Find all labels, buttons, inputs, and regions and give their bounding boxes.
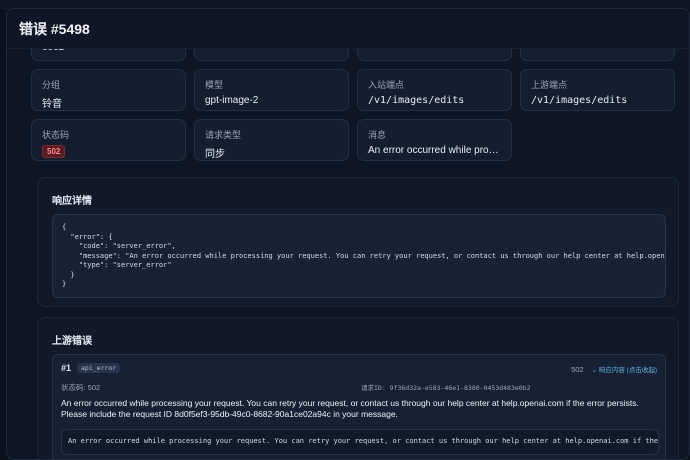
code-line: "type": "server_error" bbox=[62, 261, 172, 269]
upstream-endpoint-label: 上游端点 bbox=[531, 80, 568, 90]
response-details-section: 响应详情 { "error": { "code": "server_error"… bbox=[37, 177, 679, 307]
response-code: { "error": { "code": "server_error", "me… bbox=[53, 215, 665, 297]
partial-card-1: e002 bbox=[31, 49, 186, 61]
response-details-title: 响应详情 bbox=[52, 196, 92, 207]
modal-header: 错误 #5498 bbox=[7, 9, 689, 49]
status-code-card: 状态码 502 bbox=[31, 119, 186, 161]
upstream-error-message: An error occurred while processing your … bbox=[61, 398, 639, 419]
upstream-status-text: 状态码: 502 bbox=[61, 383, 101, 392]
inbound-endpoint-card: 入站端点 /v1/images/edits bbox=[357, 69, 512, 111]
upstream-endpoint-card: 上游端点 /v1/images/edits bbox=[520, 69, 675, 111]
upstream-endpoint-value: /v1/images/edits bbox=[531, 95, 628, 106]
code-line: "code": "server_error", bbox=[62, 242, 176, 250]
model-card: 模型 gpt-image-2 bbox=[194, 69, 349, 111]
partial-card-value: e002 bbox=[42, 49, 175, 53]
response-content-toggle[interactable]: ⌄ 响应内容 (点击收起) bbox=[592, 364, 657, 374]
upstream-error-item: #1 api_error 502 ⌄ 响应内容 (点击收起) 状态码: 502 … bbox=[52, 354, 666, 459]
inbound-endpoint-value: /v1/images/edits bbox=[368, 95, 465, 106]
response-code-box[interactable]: { "error": { "code": "server_error", "me… bbox=[52, 214, 666, 298]
code-line: } bbox=[62, 280, 67, 288]
upstream-errors-section: 上游错误 #1 api_error 502 ⌄ 响应内容 (点击收起) 状态码:… bbox=[37, 317, 679, 459]
code-line: { bbox=[62, 223, 67, 231]
code-line: "message": "An error occurred while proc… bbox=[78, 251, 665, 260]
model-value: gpt-image-2 bbox=[205, 95, 259, 106]
upstream-raw-text: An error occurred while processing your … bbox=[68, 437, 659, 445]
status-code-label: 状态码 bbox=[42, 130, 70, 140]
response-content-toggle-label: 响应内容 (点击收起) bbox=[598, 367, 657, 374]
model-label: 模型 bbox=[205, 80, 224, 90]
upstream-error-code: 502 bbox=[571, 364, 584, 374]
partial-card-3 bbox=[357, 49, 512, 61]
code-line: } bbox=[62, 270, 75, 279]
request-type-card: 请求类型 同步 bbox=[194, 119, 349, 161]
inbound-endpoint-label: 入站端点 bbox=[368, 80, 405, 90]
partial-card-4 bbox=[520, 49, 675, 61]
chevron-down-icon: ⌄ bbox=[591, 367, 598, 374]
code-line: "error": { bbox=[62, 232, 113, 241]
message-value: An error occurred while processing ... bbox=[368, 145, 501, 156]
partial-card-2 bbox=[194, 49, 349, 61]
modal-title: 错误 #5498 bbox=[19, 20, 90, 37]
group-card: 分组 铃音 bbox=[31, 69, 186, 111]
upstream-error-type-tag: api_error bbox=[77, 363, 121, 373]
error-modal: 错误 #5498 e002 分组 铃音 模型 gpt-image-2 入站端点 … bbox=[6, 8, 690, 460]
upstream-request-id: 请求ID: 9f36d32a-e583-46e1-8380-0453d483e0… bbox=[361, 384, 531, 392]
message-card: 消息 An error occurred while processing ..… bbox=[357, 119, 512, 161]
modal-body[interactable]: e002 分组 铃音 模型 gpt-image-2 入站端点 /v1/image… bbox=[7, 49, 689, 459]
upstream-errors-title: 上游错误 bbox=[52, 336, 92, 347]
request-type-value: 同步 bbox=[205, 149, 225, 160]
request-type-label: 请求类型 bbox=[205, 130, 242, 140]
status-code-badge: 502 bbox=[42, 145, 66, 158]
upstream-raw-box[interactable]: An error occurred while processing your … bbox=[61, 429, 659, 455]
group-value: 铃音 bbox=[42, 99, 62, 110]
upstream-error-index: #1 bbox=[61, 363, 72, 373]
message-label: 消息 bbox=[368, 130, 387, 140]
group-label: 分组 bbox=[42, 80, 61, 90]
